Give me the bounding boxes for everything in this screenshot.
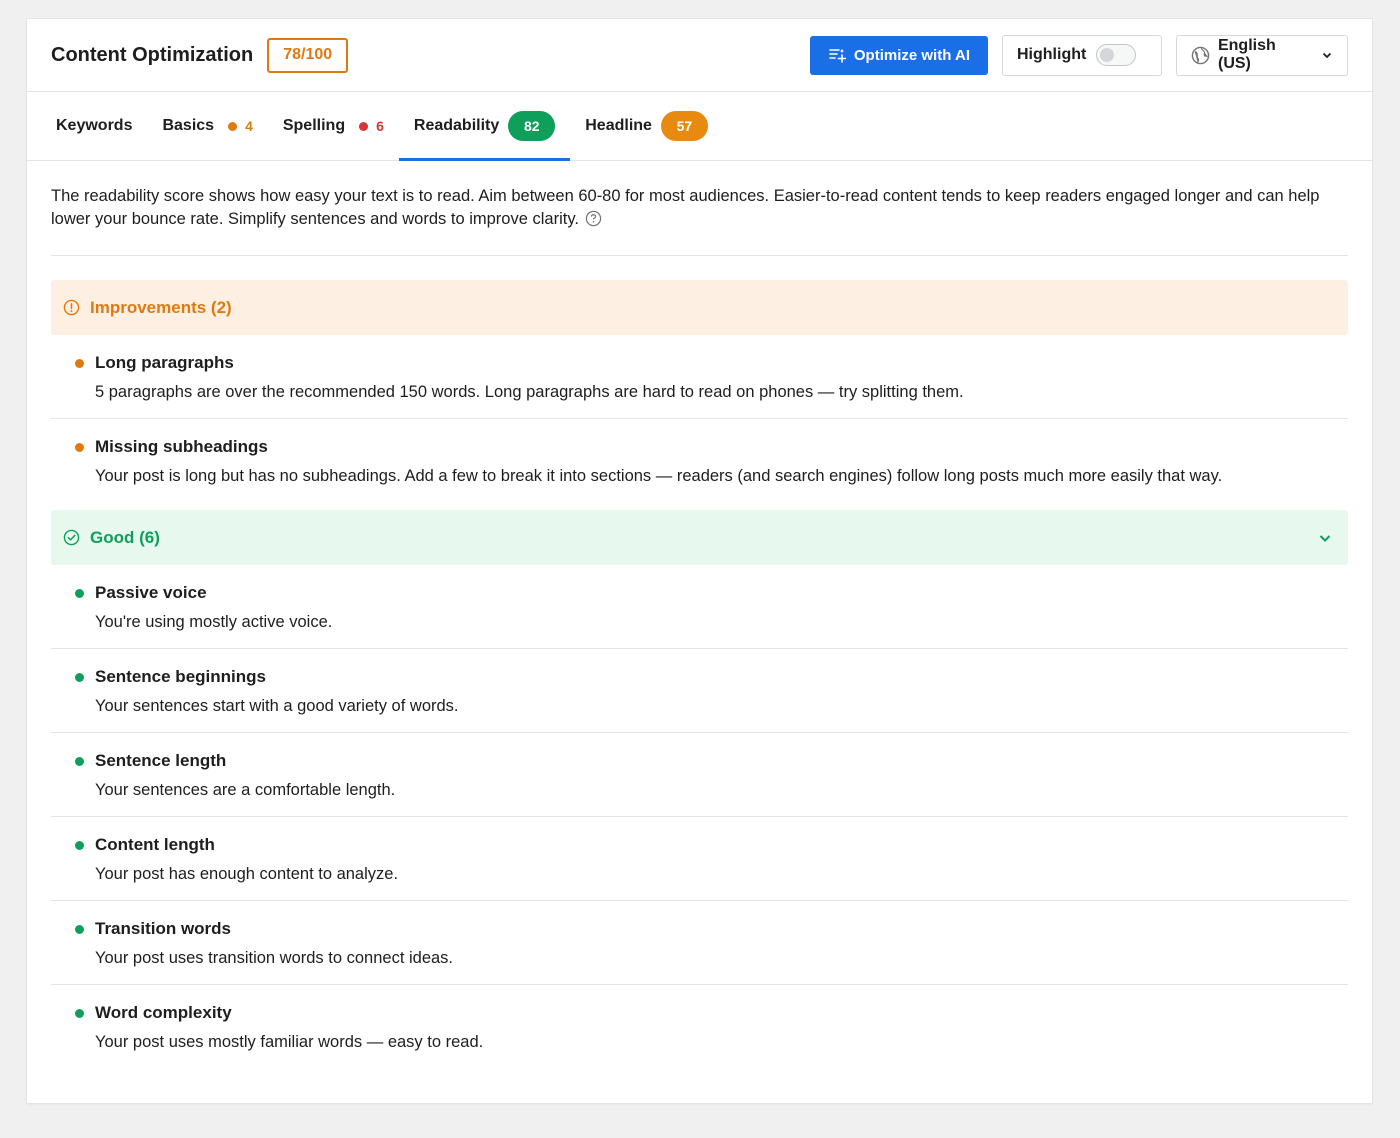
chevron-down-icon	[1322, 52, 1332, 59]
intro-text: The readability score shows how easy you…	[51, 187, 1320, 228]
language-select[interactable]: English (US)	[1176, 34, 1348, 76]
warning-bullet-icon	[75, 358, 84, 368]
list-item: Content length Your post has enough cont…	[51, 817, 1348, 901]
improvements-heading: Improvements (2)	[90, 297, 232, 317]
issue-count: 4	[245, 118, 253, 134]
tab-keywords[interactable]: Keywords	[41, 92, 147, 160]
warning-circle-icon	[63, 299, 80, 316]
item-title: Sentence beginnings	[95, 667, 266, 686]
success-bullet-icon	[75, 1008, 84, 1018]
item-description: Your sentences are a comfortable length.	[95, 781, 396, 799]
optimize-label: Optimize with AI	[853, 46, 970, 64]
tab-headline[interactable]: Headline 57	[570, 92, 723, 160]
page-title: Content Optimization	[51, 43, 254, 66]
highlight-toggle-button[interactable]: Highlight	[1002, 34, 1162, 76]
ai-sparkle-list-icon	[829, 49, 846, 63]
improvements-list: Long paragraphs 5 paragraphs are over th…	[51, 335, 1348, 502]
item-description: Your sentences start with a good variety…	[95, 697, 459, 715]
item-title: Content length	[95, 835, 215, 854]
success-bullet-icon	[75, 756, 84, 766]
item-title: Transition words	[95, 919, 232, 938]
readability-content: The readability score shows how easy you…	[27, 161, 1372, 1068]
list-item: Sentence length Your sentences are a com…	[51, 733, 1348, 817]
item-description: 5 paragraphs are over the recommended 15…	[95, 383, 964, 401]
improvements-header[interactable]: Improvements (2)	[51, 280, 1348, 335]
list-item: Missing subheadings Your post is long bu…	[51, 419, 1348, 502]
score-pill: 57	[660, 111, 708, 141]
chevron-down-icon[interactable]	[1318, 531, 1332, 545]
highlight-toggle[interactable]	[1096, 44, 1137, 66]
good-list: Passive voice You're using mostly active…	[51, 565, 1348, 1068]
check-circle-icon	[63, 529, 80, 546]
list-item: Sentence beginnings Your sentences start…	[51, 649, 1348, 733]
panel-header: Content Optimization 78/100 Optimize wit…	[27, 19, 1372, 92]
tab-readability[interactable]: Readability 82	[398, 92, 571, 161]
tab-label: Readability	[413, 117, 500, 134]
globe-icon	[1191, 46, 1210, 64]
header-actions: Optimize with AI Highlight English (US)	[809, 34, 1348, 76]
language-label: English (US)	[1217, 37, 1276, 72]
item-description: Your post has enough content to analyze.	[95, 865, 399, 883]
success-bullet-icon	[75, 840, 84, 850]
tab-label: Keywords	[56, 117, 133, 134]
content-optimization-panel: Content Optimization 78/100 Optimize wit…	[26, 18, 1373, 1104]
tab-bar: Keywords Basics 4 Spelling 6 Readability…	[27, 92, 1372, 161]
item-description: Your post uses transition words to conne…	[95, 949, 454, 967]
status-dot	[228, 121, 238, 131]
readability-intro: The readability score shows how easy you…	[51, 161, 1348, 256]
item-title: Word complexity	[95, 1003, 232, 1022]
warning-bullet-icon	[75, 442, 84, 452]
item-title: Missing subheadings	[95, 437, 268, 456]
item-description: Your post is long but has no subheadings…	[95, 467, 1223, 485]
list-item: Passive voice You're using mostly active…	[51, 565, 1348, 649]
good-heading: Good (6)	[90, 527, 160, 547]
item-title: Passive voice	[95, 583, 207, 602]
tab-label: Basics	[162, 117, 215, 134]
list-item: Transition words Your post uses transiti…	[51, 901, 1348, 985]
tab-label: Headline	[585, 117, 652, 134]
optimize-with-ai-button[interactable]: Optimize with AI	[809, 35, 988, 75]
tab-label: Spelling	[282, 117, 346, 134]
success-bullet-icon	[75, 672, 84, 682]
success-bullet-icon	[75, 924, 84, 934]
item-title: Sentence length	[95, 751, 227, 770]
item-description: Your post uses mostly familiar words — e…	[95, 1033, 484, 1051]
help-icon[interactable]	[585, 210, 602, 227]
item-title: Long paragraphs	[95, 353, 234, 372]
score-pill: 82	[508, 111, 556, 141]
list-item: Word complexity Your post uses mostly fa…	[51, 985, 1348, 1068]
good-header[interactable]: Good (6)	[51, 510, 1348, 565]
tab-basics[interactable]: Basics 4	[147, 92, 267, 160]
score-badge: 78/100	[267, 37, 349, 73]
item-description: You're using mostly active voice.	[95, 613, 333, 631]
highlight-label: Highlight	[1017, 46, 1087, 63]
status-dot	[359, 121, 369, 131]
success-bullet-icon	[75, 588, 84, 598]
list-item: Long paragraphs 5 paragraphs are over th…	[51, 335, 1348, 419]
tab-spelling[interactable]: Spelling 6	[268, 92, 399, 160]
issue-count: 6	[376, 118, 384, 134]
